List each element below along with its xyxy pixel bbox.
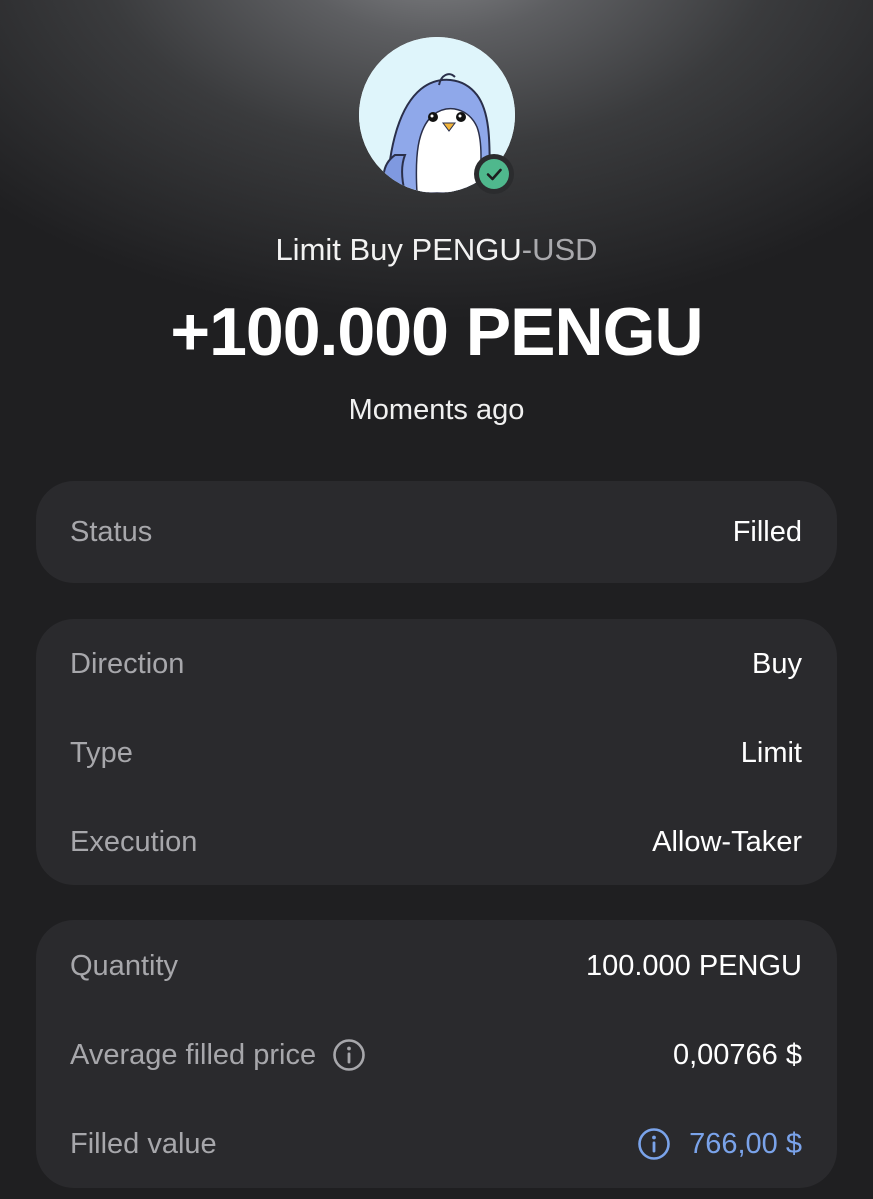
filled-value-row: Filled value 766,00 $ [70,1124,802,1164]
average-price-row: Average filled price 0,00766 $ [70,1035,802,1075]
direction-label: Direction [70,647,185,680]
average-price-label-group: Average filled price [70,1038,366,1072]
quantity-label: Quantity [70,949,178,982]
quantity-value: 100.000 PENGU [585,949,802,982]
order-header: Limit Buy PENGU-USD +100.000 PENGU Momen… [0,0,873,470]
status-value: Filled [732,515,802,548]
order-title-quote: -USD [521,232,598,267]
direction-row: Direction Buy [70,644,802,684]
execution-row: Execution Allow-Taker [70,822,802,862]
order-amount: +100.000 PENGU [170,294,703,370]
filled-value-group: 766,00 $ [637,1127,802,1161]
status-card: Status Filled [36,481,837,583]
type-value: Limit [740,736,802,769]
quantity-row: Quantity 100.000 PENGU [70,946,802,986]
filled-value-value: 766,00 $ [689,1127,802,1160]
status-row: Status Filled [70,512,802,552]
order-details-card: Direction Buy Type Limit Execution Allow… [36,619,837,885]
info-icon[interactable] [332,1038,366,1072]
check-circle-icon [479,159,509,189]
order-time: Moments ago [348,394,525,426]
fill-details-card: Quantity 100.000 PENGU Average filled pr… [36,920,837,1188]
direction-value: Buy [752,647,802,680]
info-icon[interactable] [637,1127,671,1161]
filled-value-label: Filled value [70,1127,217,1160]
execution-value: Allow-Taker [652,825,802,858]
order-title: Limit Buy PENGU-USD [0,228,873,272]
execution-label: Execution [70,825,198,858]
status-label: Status [70,515,153,548]
average-price-value: 0,00766 $ [672,1038,802,1071]
type-label: Type [70,736,133,769]
verified-badge [474,154,514,194]
order-title-base: Limit Buy PENGU [275,232,522,267]
type-row: Type Limit [70,733,802,773]
average-price-label: Average filled price [70,1038,317,1071]
